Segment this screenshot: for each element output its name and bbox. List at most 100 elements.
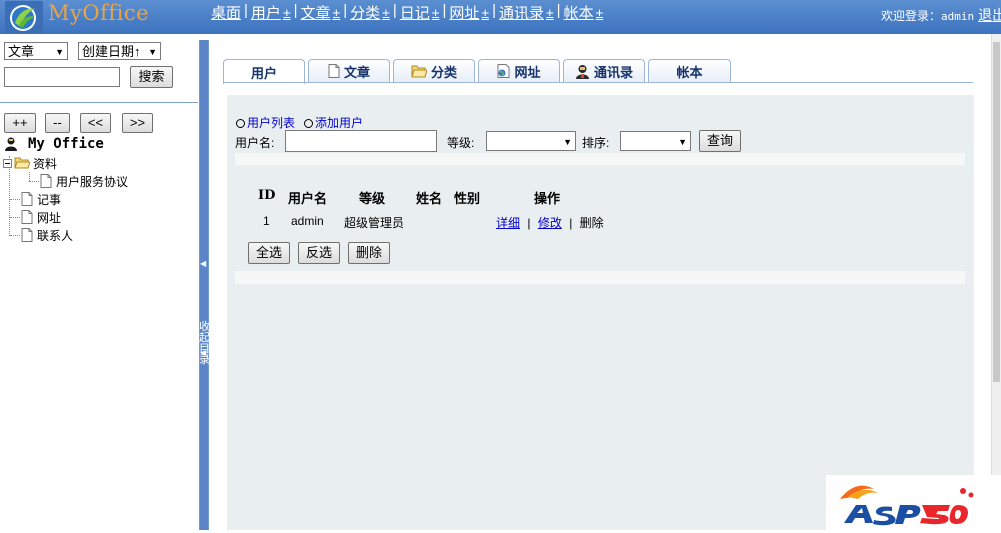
- delete-button[interactable]: 删除: [348, 242, 390, 264]
- tab-label: 用户: [250, 65, 277, 81]
- scrollbar-thumb[interactable]: [993, 42, 1000, 382]
- tab-articles[interactable]: 文章: [308, 59, 390, 82]
- tree-item-notes[interactable]: 记事: [21, 191, 61, 207]
- tree-item-folder[interactable]: 资料: [3, 155, 57, 171]
- app-logo-icon: [5, 1, 43, 33]
- type-select[interactable]: 文章 ▼: [4, 42, 68, 60]
- nav-categories-plus[interactable]: ±: [382, 5, 390, 21]
- separator-stripe: [235, 153, 965, 165]
- nav-contacts-plus[interactable]: ±: [546, 5, 554, 21]
- tree-root-label: My Office: [28, 136, 104, 152]
- prev-button[interactable]: <<: [80, 113, 111, 133]
- tab-label: 通讯录: [593, 64, 633, 80]
- search-input[interactable]: [4, 67, 120, 87]
- nav-urls-label[interactable]: 网址: [449, 2, 479, 23]
- nav-separator: |: [392, 2, 397, 19]
- open-folder-icon: [14, 156, 30, 170]
- nav-users-plus[interactable]: ±: [283, 5, 291, 21]
- nav-desktop-label[interactable]: 桌面: [211, 2, 241, 23]
- column-header-gender: 性别: [454, 191, 481, 206]
- nav-ledger-label[interactable]: 帐本: [564, 2, 594, 23]
- edit-link[interactable]: 修改: [538, 216, 562, 230]
- collapse-all-button[interactable]: --: [45, 113, 70, 133]
- document-icon: [40, 174, 52, 188]
- delete-action[interactable]: 删除: [580, 216, 604, 230]
- nav-desktop[interactable]: 桌面: [211, 2, 241, 23]
- sort-order-select[interactable]: ▼: [620, 131, 691, 151]
- add-user-link-text[interactable]: 添加用户: [315, 116, 363, 130]
- nav-articles[interactable]: 文章 ±: [301, 2, 341, 23]
- search-button[interactable]: 搜索: [130, 66, 173, 88]
- nav-diary-label[interactable]: 日记: [400, 2, 430, 23]
- tree-item-urls[interactable]: 网址: [21, 209, 61, 225]
- tree-item-label: 用户服务协议: [56, 174, 129, 189]
- tree-root[interactable]: My Office: [4, 136, 104, 152]
- column-header-username: 用户名: [288, 191, 328, 206]
- next-button[interactable]: >>: [122, 113, 153, 133]
- nav-ledger-plus[interactable]: ±: [596, 5, 604, 21]
- tab-ledger[interactable]: 帐本: [648, 59, 731, 82]
- tab-label: 分类: [430, 64, 457, 80]
- sidebar-splitter[interactable]: ◀ 收起目录 ◀: [199, 40, 210, 530]
- detail-link[interactable]: 详细: [496, 216, 520, 230]
- expand-all-button[interactable]: ++: [4, 113, 36, 133]
- user-list-link[interactable]: 用户列表: [236, 114, 295, 131]
- collapse-directory-toggle[interactable]: 收起目录: [199, 322, 210, 366]
- sort-select[interactable]: 创建日期↑ ▼: [78, 42, 161, 60]
- nav-diary[interactable]: 日记 ±: [400, 2, 440, 23]
- select-all-button[interactable]: 全选: [248, 242, 290, 264]
- document-icon: [328, 64, 340, 78]
- add-user-link[interactable]: 添加用户: [304, 114, 363, 131]
- document-icon: [21, 192, 33, 206]
- arrow-left-icon[interactable]: ◀: [200, 259, 206, 268]
- left-panel: 文章 ▼ 创建日期↑ ▼ 搜索 ++ -- << >> My Office 资料…: [0, 34, 200, 530]
- nav-separator: |: [343, 2, 348, 19]
- tree-item-label: 资料: [33, 156, 58, 171]
- logout-link[interactable]: 退出: [978, 7, 1001, 23]
- nav-diary-plus[interactable]: ±: [432, 5, 440, 21]
- nav-separator: |: [556, 2, 561, 19]
- nav-articles-label[interactable]: 文章: [301, 2, 331, 23]
- tab-users[interactable]: 用户: [223, 59, 305, 84]
- user-list-link-text[interactable]: 用户列表: [247, 116, 295, 130]
- minus-box-icon[interactable]: [3, 158, 12, 168]
- nav-separator: |: [492, 2, 496, 19]
- nav-categories[interactable]: 分类 ±: [350, 2, 390, 23]
- nav-urls[interactable]: 网址 ±: [449, 2, 489, 23]
- nav-contacts[interactable]: 通讯录 ±: [499, 2, 554, 23]
- nav-users[interactable]: 用户 ±: [251, 2, 291, 23]
- level-label: 等级:: [447, 136, 475, 150]
- tab-label: 文章: [343, 64, 370, 80]
- nav-articles-plus[interactable]: ±: [333, 5, 341, 21]
- current-username: admin: [941, 10, 975, 23]
- arrow-left-icon[interactable]: ◀: [200, 348, 206, 357]
- nav-contacts-label[interactable]: 通讯录: [499, 2, 544, 23]
- office-user-icon: [4, 137, 18, 151]
- username-input[interactable]: [285, 130, 437, 152]
- column-header-level: 等级: [359, 191, 386, 206]
- tab-contacts[interactable]: 通讯录: [563, 59, 645, 82]
- level-select[interactable]: ▼: [486, 131, 576, 151]
- top-bar: MyOffice 桌面 | 用户 ± | 文章 ± | 分类 ± | 日记 ± …: [0, 0, 1001, 34]
- chevron-down-icon: ▼: [678, 137, 687, 147]
- tree-item-user-agreement[interactable]: 用户服务协议: [40, 173, 128, 189]
- welcome-text: 欢迎登录：admin 退出: [881, 5, 1001, 25]
- nav-users-label[interactable]: 用户: [251, 2, 281, 23]
- sort-select-value: 创建日期↑: [82, 44, 141, 59]
- nav-categories-label[interactable]: 分类: [350, 2, 380, 23]
- tab-categories[interactable]: 分类: [393, 59, 475, 82]
- tab-label: 帐本: [676, 64, 703, 80]
- nav-separator: |: [293, 2, 298, 19]
- vertical-scrollbar[interactable]: [991, 34, 1001, 530]
- chevron-down-icon: ▼: [55, 47, 64, 57]
- tree-item-contacts[interactable]: 联系人: [21, 227, 73, 243]
- nav-separator: |: [442, 2, 447, 19]
- splitter-handle[interactable]: [200, 40, 208, 530]
- action-separator: |: [527, 216, 531, 230]
- tab-bar: 用户 文章 分类 网址 通讯录 帐本: [223, 59, 734, 84]
- query-button[interactable]: 查询: [699, 130, 741, 152]
- nav-urls-plus[interactable]: ±: [481, 5, 489, 21]
- tab-urls[interactable]: 网址: [478, 59, 560, 82]
- invert-selection-button[interactable]: 反选: [298, 242, 340, 264]
- nav-ledger[interactable]: 帐本 ±: [564, 2, 604, 23]
